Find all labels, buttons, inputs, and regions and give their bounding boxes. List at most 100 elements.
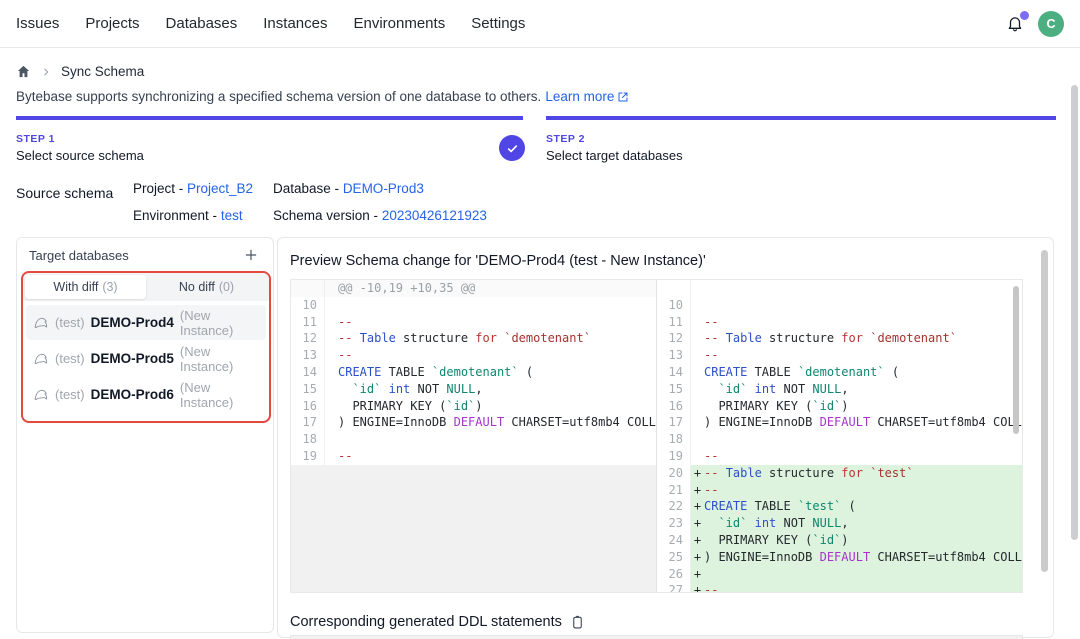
- ddl-section-header: Corresponding generated DDL statements: [290, 614, 585, 630]
- ddl-section-title: Corresponding generated DDL statements: [290, 614, 562, 630]
- db-name: DEMO-Prod6: [91, 387, 174, 402]
- step-2-progress-bar: [546, 116, 1056, 120]
- notifications-button[interactable]: [1005, 14, 1025, 34]
- editor-scrollbar[interactable]: [1013, 286, 1019, 434]
- learn-more-link[interactable]: Learn more: [545, 89, 629, 104]
- diff-line: 14CREATE TABLE `demotenant` (: [657, 364, 1022, 381]
- tab-no-diff[interactable]: No diff (0): [146, 275, 267, 299]
- diff-line: 18: [291, 431, 656, 448]
- notification-dot: [1020, 11, 1029, 20]
- step-1-label: STEP 1: [16, 133, 523, 145]
- top-navbar: Issues Projects Databases Instances Envi…: [0, 0, 1080, 48]
- db-note: (New Instance): [180, 380, 266, 410]
- breadcrumb: Sync Schema: [16, 64, 144, 79]
- diff-line: 21+--: [657, 482, 1022, 499]
- target-database-list: (test) DEMO-Prod4 (New Instance) (test) …: [23, 301, 269, 417]
- db-row-demo-prod6[interactable]: (test) DEMO-Prod6 (New Instance): [26, 377, 266, 412]
- diff-line: 12-- Table structure for `demotenant`: [657, 330, 1022, 347]
- db-name: DEMO-Prod4: [91, 315, 174, 330]
- db-note: (New Instance): [180, 308, 266, 338]
- ddl-editor-top-edge: [290, 635, 1023, 639]
- diff-line: 17) ENGINE=InnoDB DEFAULT CHARSET=utf8mb…: [657, 414, 1022, 431]
- diff-line: 24+ PRIMARY KEY (`id`): [657, 532, 1022, 549]
- mysql-icon: [34, 352, 49, 365]
- source-field-project: Project - Project_B2: [133, 181, 253, 196]
- home-icon[interactable]: [16, 64, 31, 79]
- diff-line: 22+CREATE TABLE `test` (: [657, 498, 1022, 515]
- db-name: DEMO-Prod5: [91, 351, 174, 366]
- diff-line: 13--: [291, 347, 656, 364]
- diff-line: 16 PRIMARY KEY (`id`): [291, 398, 656, 415]
- source-field-schema-version: Schema version - 20230426121923: [273, 208, 487, 223]
- nav-right: C: [1005, 11, 1064, 37]
- field-name: Project -: [133, 181, 183, 196]
- tab-count: (3): [102, 280, 117, 294]
- db-row-demo-prod5[interactable]: (test) DEMO-Prod5 (New Instance): [26, 341, 266, 376]
- diff-line: 11--: [291, 314, 656, 331]
- tab-count: (0): [219, 280, 234, 294]
- db-environment: (test): [55, 387, 85, 402]
- target-databases-title: Target databases: [29, 248, 129, 263]
- diff-line: 26+: [657, 566, 1022, 583]
- step-1-check-badge: [499, 135, 525, 161]
- diff-line: 10: [657, 297, 1022, 314]
- tab-with-diff[interactable]: With diff (3): [25, 275, 146, 299]
- diff-line: 16 PRIMARY KEY (`id`): [657, 398, 1022, 415]
- mysql-icon: [34, 316, 49, 329]
- nav-item-environments[interactable]: Environments: [353, 15, 445, 32]
- nav-item-issues[interactable]: Issues: [16, 15, 59, 32]
- diff-empty-filler: [291, 465, 656, 592]
- diff-line: 15 `id` int NOT NULL,: [657, 381, 1022, 398]
- diff-pane-original: @@ -10,19 +10,35 @@1011--12-- Table stru…: [291, 280, 657, 592]
- mysql-icon: [34, 388, 49, 401]
- intro-text-row: Bytebase supports synchronizing a specif…: [16, 89, 629, 104]
- diff-line: 17) ENGINE=InnoDB DEFAULT CHARSET=utf8mb…: [291, 414, 656, 431]
- preview-title: Preview Schema change for 'DEMO-Prod4 (t…: [290, 253, 706, 269]
- schema-diff-editor[interactable]: @@ -10,19 +10,35 @@1011--12-- Table stru…: [290, 279, 1023, 593]
- step-2: STEP 2 Select target databases: [546, 116, 1056, 163]
- target-databases-header: Target databases: [17, 238, 273, 272]
- add-target-database-button[interactable]: [241, 245, 261, 265]
- diff-line: 27+--: [657, 582, 1022, 592]
- schema-preview-panel: Preview Schema change for 'DEMO-Prod4 (t…: [277, 237, 1054, 638]
- external-link-icon: [617, 91, 629, 103]
- db-row-demo-prod4[interactable]: (test) DEMO-Prod4 (New Instance): [26, 305, 266, 340]
- db-environment: (test): [55, 351, 85, 366]
- tab-label: With diff: [53, 280, 98, 294]
- db-environment: (test): [55, 315, 85, 330]
- schema-version-link[interactable]: 20230426121923: [382, 208, 487, 223]
- diff-line: 12-- Table structure for `demotenant`: [291, 330, 656, 347]
- page-scrollbar[interactable]: [1071, 85, 1078, 540]
- diff-filter-tabs: With diff (3) No diff (0): [23, 273, 269, 301]
- nav-item-databases[interactable]: Databases: [166, 15, 238, 32]
- diff-line: [657, 280, 1022, 297]
- diff-line: 19--: [291, 448, 656, 465]
- field-name: Schema version -: [273, 208, 378, 223]
- nav-item-projects[interactable]: Projects: [85, 15, 139, 32]
- step-1-title: Select source schema: [16, 148, 523, 163]
- nav-item-instances[interactable]: Instances: [263, 15, 327, 32]
- diff-line: 11--: [657, 314, 1022, 331]
- db-note: (New Instance): [180, 344, 266, 374]
- copy-clipboard-icon[interactable]: [570, 614, 585, 630]
- nav-item-settings[interactable]: Settings: [471, 15, 525, 32]
- tab-label: No diff: [179, 280, 215, 294]
- preview-panel-scrollbar[interactable]: [1041, 250, 1048, 572]
- diff-line: 15 `id` int NOT NULL,: [291, 381, 656, 398]
- chevron-right-icon: [41, 67, 51, 77]
- project-link[interactable]: Project_B2: [187, 181, 253, 196]
- diff-line: 20+-- Table structure for `test`: [657, 465, 1022, 482]
- field-name: Database -: [273, 181, 339, 196]
- diff-line: @@ -10,19 +10,35 @@: [291, 280, 656, 297]
- diff-line: 10: [291, 297, 656, 314]
- avatar[interactable]: C: [1038, 11, 1064, 37]
- database-link[interactable]: DEMO-Prod3: [343, 181, 424, 196]
- plus-icon: [243, 247, 259, 263]
- diff-line: 25+) ENGINE=InnoDB DEFAULT CHARSET=utf8m…: [657, 549, 1022, 566]
- breadcrumb-current: Sync Schema: [61, 64, 144, 79]
- check-icon: [506, 142, 519, 155]
- intro-text: Bytebase supports synchronizing a specif…: [16, 89, 541, 104]
- environment-link[interactable]: test: [221, 208, 243, 223]
- step-1-progress-bar: [16, 116, 523, 120]
- source-schema-section: Source schema Project - Project_B2 Datab…: [16, 180, 816, 230]
